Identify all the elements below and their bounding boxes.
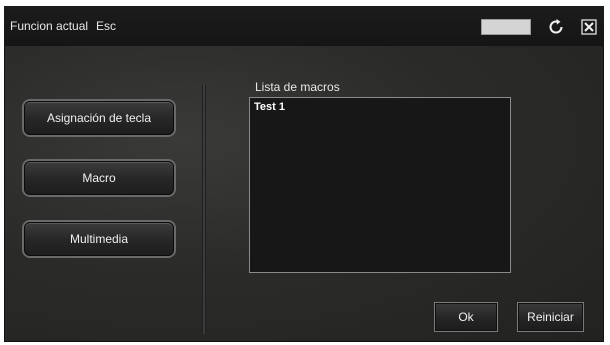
list-item[interactable]: Test 1 bbox=[254, 101, 285, 113]
close-icon bbox=[581, 19, 597, 35]
reset-button[interactable]: Reiniciar bbox=[517, 302, 584, 332]
macro-list-label: Lista de macros bbox=[255, 80, 340, 94]
macro-window: Funcion actual Esc Asignación de tecla M… bbox=[4, 6, 604, 342]
close-button[interactable] bbox=[578, 16, 600, 38]
vertical-divider bbox=[202, 84, 206, 334]
macro-list[interactable]: Test 1 bbox=[249, 97, 511, 273]
key-assignment-button[interactable]: Asignación de tecla bbox=[24, 101, 174, 135]
current-function-value: Esc bbox=[96, 19, 117, 33]
function-field[interactable] bbox=[481, 19, 531, 35]
refresh-icon bbox=[549, 19, 563, 34]
refresh-button[interactable] bbox=[545, 16, 567, 38]
current-function-label: Funcion actual bbox=[10, 19, 89, 33]
title-bar: Funcion actual Esc bbox=[4, 6, 604, 46]
macro-button[interactable]: Macro bbox=[24, 161, 174, 195]
ok-button[interactable]: Ok bbox=[434, 302, 498, 332]
multimedia-button[interactable]: Multimedia bbox=[24, 222, 174, 256]
